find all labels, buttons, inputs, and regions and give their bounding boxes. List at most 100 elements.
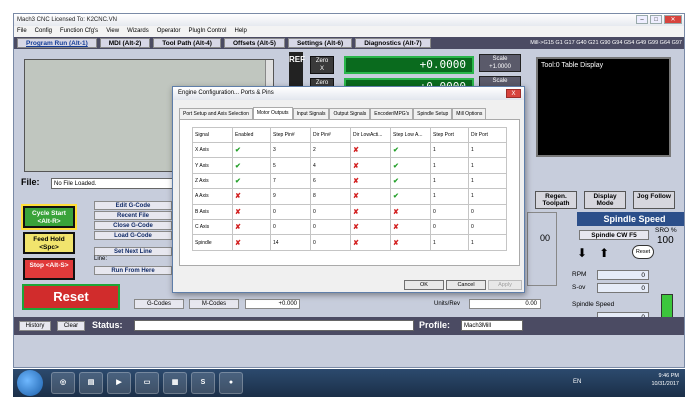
close-gcode-button[interactable]: Close G-Code xyxy=(94,221,172,230)
regen-toolpath-button[interactable]: Regen. Toolpath xyxy=(535,191,577,209)
enabled-cell[interactable]: ✘ xyxy=(232,203,271,220)
arrow-down-icon[interactable]: ⬇ xyxy=(577,246,587,260)
close-icon[interactable]: ✕ xyxy=(664,15,682,24)
cancel-button[interactable]: Cancel xyxy=(446,280,486,290)
dialog-close-icon[interactable]: X xyxy=(506,89,521,98)
menu-wizards[interactable]: Wizards xyxy=(127,26,149,37)
solidworks-icon[interactable]: S xyxy=(191,372,215,394)
start-button-icon[interactable] xyxy=(17,370,43,396)
step-low-active-cell[interactable]: ✔ xyxy=(390,188,431,205)
tab-port-setup[interactable]: Port Setup and Axis Selection xyxy=(179,108,253,119)
enabled-cell[interactable]: ✘ xyxy=(232,218,271,236)
enabled-cell[interactable]: ✘ xyxy=(232,234,271,251)
zero-x-button[interactable]: Zero X xyxy=(310,56,334,74)
spindle-cw-button[interactable]: Spindle CW F5 xyxy=(579,230,649,240)
spindle-speed-title: Spindle Speed xyxy=(577,212,684,226)
maximize-icon[interactable]: □ xyxy=(650,15,662,24)
tab-output-signals[interactable]: Output Signals xyxy=(329,108,371,119)
sro-reset-button[interactable]: Reset xyxy=(632,245,654,259)
sro-value: 100 xyxy=(657,235,674,246)
enabled-cell[interactable]: ✔ xyxy=(232,157,271,174)
tab-program-run[interactable]: Program Run (Alt-1) xyxy=(17,38,97,48)
language-indicator[interactable]: EN xyxy=(573,379,581,385)
history-button[interactable]: History xyxy=(19,321,51,331)
tab-input-signals[interactable]: Input Signals xyxy=(292,108,330,119)
dir-pin-cell: 6 xyxy=(310,172,351,190)
tab-offsets[interactable]: Offsets (Alt-5) xyxy=(223,38,285,48)
table-row[interactable]: X Axis ✔ 3 2 ✘ ✔ 1 1 xyxy=(192,141,507,159)
check-icon: ✔ xyxy=(235,147,241,155)
enabled-cell[interactable]: ✔ xyxy=(232,172,271,190)
menu-config[interactable]: Config xyxy=(35,26,52,37)
apply-button[interactable]: Apply xyxy=(488,280,522,290)
step-low-active-cell[interactable]: ✘ xyxy=(390,234,431,251)
media-player-icon[interactable]: ▶ xyxy=(107,372,131,394)
table-row[interactable]: Spindle ✘ 14 0 ✘ ✘ 1 1 xyxy=(192,234,507,251)
edit-gcode-button[interactable]: Edit G-Code xyxy=(94,201,172,210)
display-mode-button[interactable]: Display Mode xyxy=(584,191,626,209)
units-rev-dro[interactable]: 0.00 xyxy=(469,299,541,309)
tab-encoder-mpgs[interactable]: Encoder/MPG's xyxy=(370,108,414,119)
enabled-cell[interactable]: ✔ xyxy=(232,141,271,159)
tray-clock[interactable]: 9:46 PM 10/31/2017 xyxy=(651,372,679,388)
arrow-up-icon[interactable]: ⬆ xyxy=(599,246,609,260)
step-low-active-cell[interactable]: ✔ xyxy=(390,172,431,190)
sov-dro[interactable]: 0 xyxy=(597,283,649,293)
feed-dro[interactable]: +0.000 xyxy=(245,299,300,309)
folder-icon[interactable]: ▤ xyxy=(79,372,103,394)
signal-cell: Spindle xyxy=(192,234,233,251)
tab-diagnostics[interactable]: Diagnostics (Alt-7) xyxy=(355,38,431,48)
feed-hold-button[interactable]: Feed Hold <Spc> xyxy=(23,232,75,254)
step-pin-cell: 0 xyxy=(270,218,311,236)
table-row[interactable]: Z Axis ✔ 7 6 ✘ ✔ 1 1 xyxy=(192,172,507,190)
dir-low-active-cell[interactable]: ✘ xyxy=(350,188,391,205)
gcodes-button[interactable]: G-Codes xyxy=(134,299,184,309)
menu-file[interactable]: File xyxy=(17,26,27,37)
x-scale[interactable]: Scale +1.0000 xyxy=(479,54,521,72)
x-axis-dro[interactable]: +0.0000 xyxy=(344,56,474,74)
rpm-dro[interactable]: 0 xyxy=(597,270,649,280)
browser-icon[interactable]: ◎ xyxy=(51,372,75,394)
set-next-line-button[interactable]: Set Next Line xyxy=(94,247,172,256)
winrar-icon[interactable]: ▦ xyxy=(163,372,187,394)
cycle-start-button[interactable]: Cycle Start <Alt-R> xyxy=(23,206,75,228)
dir-low-active-cell[interactable]: ✘ xyxy=(350,203,391,220)
table-row[interactable]: B Axis ✘ 0 0 ✘ ✘ 0 0 xyxy=(192,203,507,220)
jog-follow-button[interactable]: Jog Follow xyxy=(633,191,675,209)
menu-function-cfgs[interactable]: Function Cfg's xyxy=(60,26,98,37)
step-low-active-cell[interactable]: ✘ xyxy=(390,218,431,236)
table-row[interactable]: Y Axis ✔ 5 4 ✘ ✔ 1 1 xyxy=(192,157,507,174)
dir-low-active-cell[interactable]: ✘ xyxy=(350,172,391,190)
dir-low-active-cell[interactable]: ✘ xyxy=(350,157,391,174)
reset-button[interactable]: Reset xyxy=(22,284,120,310)
stop-button[interactable]: Stop <Alt-S> xyxy=(23,258,75,280)
tab-mill-options[interactable]: Mill Options xyxy=(452,108,487,119)
tab-settings[interactable]: Settings (Alt-6) xyxy=(287,38,353,48)
step-low-active-cell[interactable]: ✘ xyxy=(390,203,431,220)
menu-view[interactable]: View xyxy=(106,26,119,37)
table-row[interactable]: A Axis ✘ 9 8 ✘ ✔ 1 1 xyxy=(192,188,507,205)
menu-plugin-control[interactable]: PlugIn Control xyxy=(188,26,226,37)
tab-mdi[interactable]: MDI (Alt-2) xyxy=(99,38,151,48)
table-row[interactable]: C Axis ✘ 0 0 ✘ ✘ 0 0 xyxy=(192,218,507,236)
ok-button[interactable]: OK xyxy=(404,280,444,290)
clear-button[interactable]: Clear xyxy=(57,321,85,331)
step-low-active-cell[interactable]: ✔ xyxy=(390,141,431,159)
dir-low-active-cell[interactable]: ✘ xyxy=(350,141,391,159)
dir-low-active-cell[interactable]: ✘ xyxy=(350,234,391,251)
mcodes-button[interactable]: M-Codes xyxy=(189,299,239,309)
window-app-icon[interactable]: ▭ xyxy=(135,372,159,394)
tab-motor-outputs[interactable]: Motor Outputs xyxy=(252,107,293,119)
menu-help[interactable]: Help xyxy=(234,26,246,37)
mach3-taskbar-icon[interactable]: ● xyxy=(219,372,243,394)
recent-file-button[interactable]: Recent File xyxy=(94,211,172,220)
tab-tool-path[interactable]: Tool Path (Alt-4) xyxy=(153,38,221,48)
step-low-active-cell[interactable]: ✔ xyxy=(390,157,431,174)
enabled-cell[interactable]: ✘ xyxy=(232,188,271,205)
tab-spindle-setup[interactable]: Spindle Setup xyxy=(413,108,453,119)
menu-operator[interactable]: Operator xyxy=(157,26,181,37)
load-gcode-button[interactable]: Load G-Code xyxy=(94,231,172,240)
dir-low-active-cell[interactable]: ✘ xyxy=(350,218,391,236)
minimize-icon[interactable]: – xyxy=(636,15,648,24)
run-from-here-button[interactable]: Run From Here xyxy=(94,266,172,275)
